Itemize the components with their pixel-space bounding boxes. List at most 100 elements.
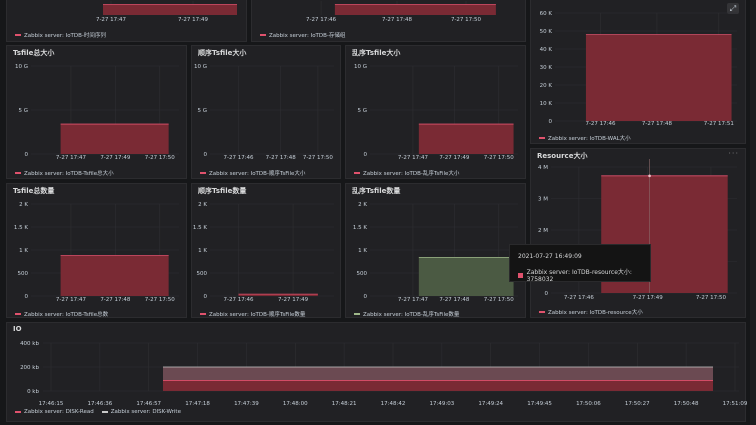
y-tick-label: 2 K bbox=[358, 202, 367, 208]
chart-legend: Zabbix server: IoTDB-乱序TsFile大小 bbox=[354, 169, 459, 177]
series-area bbox=[163, 380, 713, 391]
panel-unseq-tsfile-size[interactable]: 乱序Tsfile大小 10 G5 G 0 7-27 17:47 7-27 17:49 7-… bbox=[345, 45, 526, 179]
x-tick-label: 17:50:06 bbox=[576, 401, 601, 407]
x-tick-label: 17:46:15 bbox=[39, 401, 64, 407]
chart-plot: 10 G 5 G 0 7-27 17:47 7-27 17:49 7-27 17:50 bbox=[15, 64, 179, 161]
legend-swatch bbox=[101, 411, 108, 413]
legend-item[interactable]: Zabbix server: IoTDB-Tsfile总数 bbox=[15, 310, 108, 318]
series-area bbox=[60, 255, 169, 296]
chart-legend: Zabbix server: IoTDB-存储组 bbox=[260, 31, 345, 39]
legend-swatch bbox=[200, 172, 206, 174]
x-tick-label: 17:50:27 bbox=[625, 401, 650, 407]
y-tick-label: 0 kb bbox=[27, 389, 39, 395]
panel-seq-tsfile-count[interactable]: 顺序Tsfile数量 2 K 1.5 K1 K 500 0 7-27 17:46 7-27 … bbox=[191, 183, 341, 318]
y-tick-label: 0 bbox=[364, 152, 368, 158]
x-tick-label: 7-27 17:50 bbox=[484, 297, 515, 303]
x-tick-label: 7-27 17:48 bbox=[100, 297, 131, 303]
legend-item[interactable]: Zabbix server: IoTDB-时间序列 bbox=[15, 31, 106, 39]
x-tick-label: 7-27 17:46 bbox=[564, 295, 595, 301]
y-tick-label: 0 bbox=[25, 294, 29, 300]
chart-legend: Zabbix server: IoTDB-乱序TsFile数量 bbox=[354, 310, 459, 318]
y-tick-label: 0 bbox=[549, 119, 553, 125]
legend-item[interactable]: Zabbix server: IoTDB-乱序TsFile大小 bbox=[354, 169, 459, 177]
tooltip-row: Zabbix server: IoTDB-resource大小: 3758032 bbox=[518, 267, 650, 283]
chart-legend: Zabbix server: IoTDB-Tsfile总数 bbox=[15, 310, 108, 318]
legend-item[interactable]: Zabbix server: IoTDB-存储组 bbox=[260, 31, 345, 39]
tooltip-time: 2021-07-27 16:49:09 bbox=[518, 253, 582, 260]
x-tick-label: 17:47:18 bbox=[185, 401, 210, 407]
y-tick-label: 2 K bbox=[19, 202, 28, 208]
chart-plot: 10 G 5 G 0 7-27 17:47 7-27 17:49 7-27 17:50 bbox=[354, 64, 518, 161]
legend-label: Zabbix server: IoTDB-Tsfile总数 bbox=[24, 312, 109, 318]
x-tick-label: 7-27 17:49 bbox=[100, 155, 131, 161]
series-area bbox=[585, 34, 732, 121]
legend-swatch bbox=[15, 411, 21, 413]
x-tick-label: 7-27 17:47 bbox=[398, 155, 429, 161]
legend-label: Zabbix server: IoTDB-顺序TsFile大小 bbox=[209, 171, 306, 177]
y-tick-label: 1 K bbox=[358, 248, 367, 254]
panel-io[interactable]: IO 400 kb 200 kb 0 kb 17:46:15 17:46:36 17:46… bbox=[6, 322, 748, 422]
legend-swatch bbox=[15, 313, 21, 315]
chart-plot: 10 G 5 G 0 7-27 17:46 7-27 17:48 7-27 17:50 bbox=[194, 64, 334, 161]
x-tick-label: 7-27 17:50 bbox=[484, 155, 515, 161]
y-tick-label: 0 bbox=[204, 294, 208, 300]
legend-item[interactable]: Zabbix server: IoTDB-顺序TsFile大小 bbox=[200, 169, 305, 177]
hover-point bbox=[648, 174, 651, 178]
legend-label: Zabbix server: IoTDB-顺序TsFile数量 bbox=[209, 312, 306, 318]
legend-label: Zabbix server: IoTDB-resource大小 bbox=[548, 310, 643, 316]
legend-item[interactable]: Zabbix server: IoTDB-乱序TsFile数量 bbox=[354, 310, 459, 318]
panel-tsfile-size[interactable]: Tsfile总大小 10 G5 G 0 7-27 17:47 7-27 17:49 7-2… bbox=[6, 45, 187, 179]
x-tick-label: 17:51:09 bbox=[723, 401, 748, 407]
x-tick-label: 17:49:45 bbox=[527, 401, 552, 407]
legend-item[interactable]: Zabbix server: DISK-Write bbox=[101, 409, 181, 415]
chart-legend: Zabbix server: DISK-Read Zabbix server: D… bbox=[15, 409, 181, 415]
y-tick-label: 400 kb bbox=[20, 341, 39, 347]
y-tick-label: 10 K bbox=[540, 101, 553, 107]
legend-item[interactable]: Zabbix server: DISK-Read bbox=[15, 409, 94, 415]
x-tick-label: 17:49:24 bbox=[478, 401, 503, 407]
legend-item[interactable]: Zabbix server: IoTDB-resource大小 bbox=[539, 308, 643, 316]
series-area bbox=[334, 4, 496, 15]
panel-resource[interactable]: ··· Resource大小4 M3 M2 M1 M07-27 17:467-2… bbox=[530, 148, 746, 318]
x-tick-label: 17:50:48 bbox=[674, 401, 699, 407]
panel-tsfile-count[interactable]: Tsfile总数量 2 K 1.5 K1 K 500 0 7-27 17:47 7-27 1… bbox=[6, 183, 187, 318]
legend-item[interactable]: Zabbix server: IoTDB-Tsfile总大小 bbox=[15, 169, 114, 177]
panel-unseq-tsfile-count[interactable]: 乱序Tsfile数量 2 K 1.5 K1 K 500 0 7-27 17:47 7-27 … bbox=[345, 183, 526, 318]
y-tick-label: 5 G bbox=[357, 108, 367, 114]
legend-item[interactable]: Zabbix server: IoTDB-顺序TsFile数量 bbox=[200, 310, 305, 318]
series-swatch bbox=[518, 272, 523, 278]
legend-swatch bbox=[15, 172, 21, 174]
x-tick-label: 7-27 17:50 bbox=[145, 297, 176, 303]
legend-label: Zabbix server: IoTDB-乱序TsFile数量 bbox=[363, 312, 460, 318]
legend-label: Zabbix server: IoTDB-乱序TsFile大小 bbox=[363, 171, 460, 177]
y-tick-label: 10 G bbox=[354, 64, 367, 70]
y-tick-label: 1.5 K bbox=[14, 225, 28, 231]
series-area bbox=[418, 257, 514, 296]
tooltip-value: Zabbix server: IoTDB-resource大小: 3758032 bbox=[526, 269, 632, 283]
chart-legend: Zabbix server: IoTDB-Tsfile总大小 bbox=[15, 169, 114, 177]
chart-legend: Zabbix server: IoTDB-时间序列 bbox=[15, 31, 106, 39]
y-tick-label: 20 K bbox=[540, 83, 553, 89]
legend-label: Zabbix server: IoTDB-WAL大小 bbox=[548, 136, 631, 142]
panel-seq-tsfile-size[interactable]: 顺序Tsfile大小 10 G5 G 0 7-27 17:46 7-27 17:48 7-… bbox=[191, 45, 341, 179]
panel-top-1[interactable]: 7-27 17:47 7-27 17:49 Zabbix server: IoTDB… bbox=[6, 0, 247, 42]
legend-label: Zabbix server: IoTDB-Tsfile总大小 bbox=[24, 171, 114, 177]
x-tick-label: 17:46:57 bbox=[136, 401, 161, 407]
chart-plot: 4 M3 M2 M1 M07-27 17:467-27 17:497-27 17… bbox=[538, 159, 737, 301]
legend-swatch bbox=[539, 311, 545, 313]
y-tick-label: 1 K bbox=[198, 248, 207, 254]
panel-top-2[interactable]: 7-27 17:46 7-27 17:48 7-27 17:50 Zabbix ser… bbox=[251, 0, 526, 42]
legend-item[interactable]: Zabbix server: IoTDB-WAL大小 bbox=[539, 134, 631, 142]
x-tick-label: 7-27 17:49 bbox=[439, 155, 470, 161]
legend-swatch bbox=[15, 34, 21, 36]
page-scrollbar[interactable] bbox=[750, 0, 756, 425]
panel-wal[interactable]: ⤢ 60 K 50 K 40 K 30 K 20 K 10 K 0 7-27 17:46 7-2… bbox=[530, 0, 746, 144]
legend-swatch bbox=[260, 34, 266, 36]
y-tick-label: 500 bbox=[357, 271, 368, 277]
chart-plot: 2 K 1.5 K 1 K 500 0 7-27 17:47 7-27 17:48 7-27 … bbox=[353, 202, 518, 303]
x-tick-label: 7-27 17:47 bbox=[56, 297, 87, 303]
y-tick-label: 2 M bbox=[538, 228, 548, 234]
legend-swatch bbox=[539, 137, 545, 139]
x-tick-label: 17:48:42 bbox=[381, 401, 406, 407]
x-tick-label: 7-27 17:51 bbox=[704, 121, 734, 127]
